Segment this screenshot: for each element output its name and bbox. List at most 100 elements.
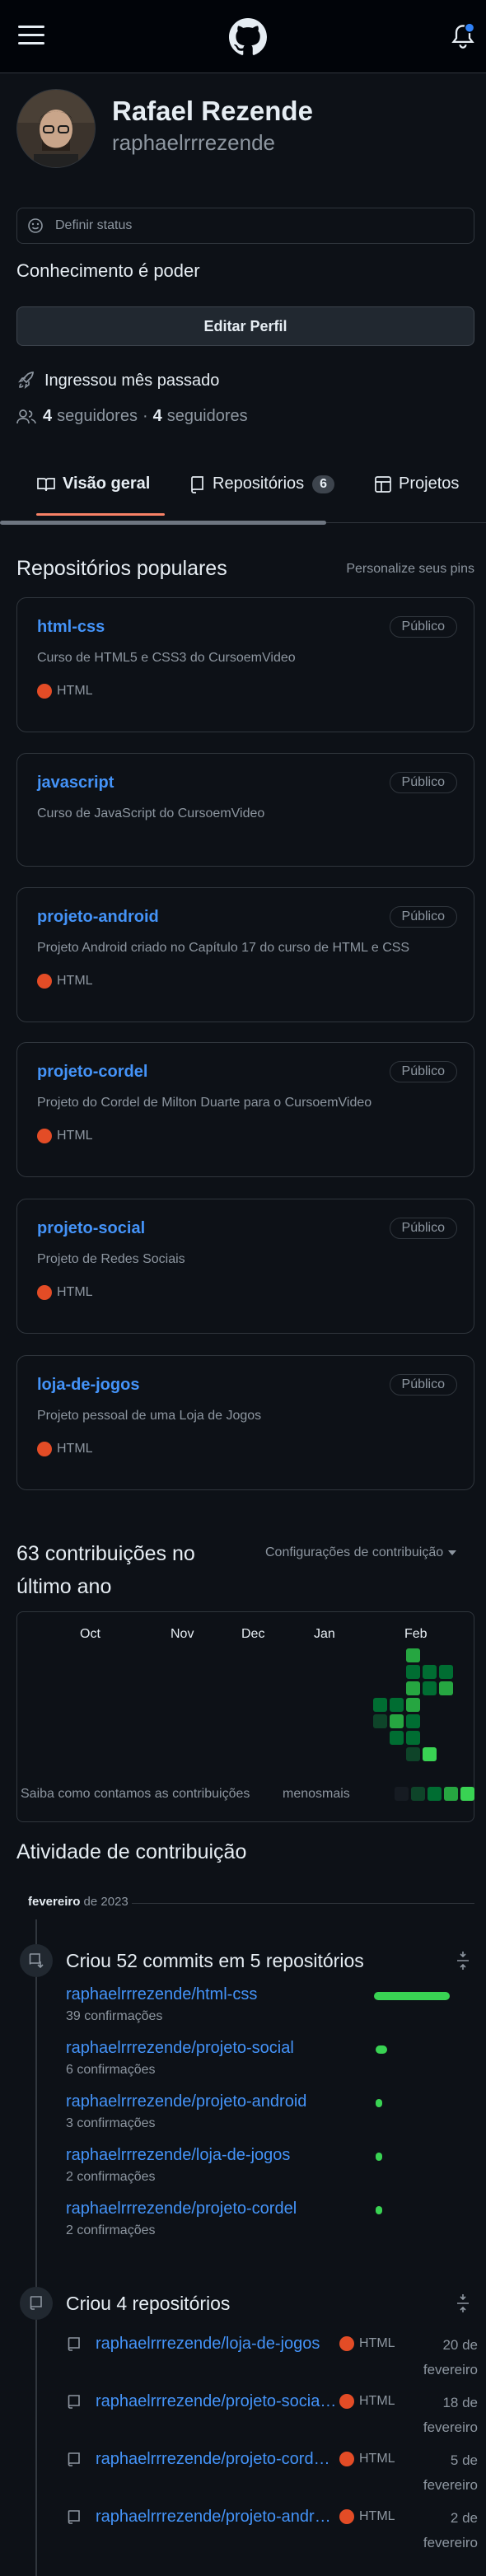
contributions-title-line1: 63 contribuições no [16,1542,195,1565]
repo-name-link[interactable]: javascript [37,774,114,792]
created-repo-link[interactable]: raphaelrrrezende/projeto-cord… [96,2450,336,2469]
commit-share-bar [376,2153,382,2161]
contribution-day[interactable] [373,1698,387,1712]
fold-icon[interactable] [455,1951,471,1971]
tab-projects-label: Projetos [399,475,460,493]
contribution-day[interactable] [406,1747,420,1761]
commit-share-bar [374,1992,450,2000]
followers-row[interactable]: 4 seguidores · 4 seguidores [16,407,248,426]
activity-month: fevereiro [28,1895,81,1909]
created-repo-link[interactable]: raphaelrrrezende/loja-de-jogos [96,2335,336,2354]
tab-scroll-indicator [0,521,326,525]
contribution-day[interactable] [439,1665,453,1679]
contribution-day[interactable] [390,1698,404,1712]
edit-profile-label: Editar Perfil [203,318,287,334]
created-repo-link[interactable]: raphaelrrrezende/projeto-socia… [96,2392,336,2411]
followers-label: seguidores [57,407,138,425]
contribution-day[interactable] [423,1747,437,1761]
language-color-dot [339,2509,354,2524]
contribution-day[interactable] [406,1681,420,1695]
fold-icon[interactable] [455,2293,471,2313]
month-divider [132,1903,474,1904]
repo-name-link[interactable]: loja-de-jogos [37,1376,139,1395]
edit-profile-button[interactable]: Editar Perfil [16,306,474,346]
commit-repo-link[interactable]: raphaelrrrezende/loja-de-jogos [66,2146,290,2165]
created-date-day: 20 de [442,2337,478,2353]
repo-icon [66,2509,82,2526]
contribution-day[interactable] [406,1714,420,1728]
repo-language: HTML [37,684,93,699]
contribution-settings-label: Configurações de contribuição [265,1545,444,1559]
repo-language: HTML [37,1442,93,1456]
repo-card-projeto-cordel: projeto-cordel Público Projeto do Cordel… [16,1042,474,1177]
joined-row: Ingressou mês passado [16,371,219,390]
repo-name-link[interactable]: projeto-social [37,1219,145,1238]
contribution-day[interactable] [423,1681,437,1695]
repo-card-javascript: javascript Público Curso de JavaScript d… [16,753,474,867]
contribution-day[interactable] [406,1665,420,1679]
visibility-badge: Público [389,906,457,928]
commit-repo-link[interactable]: raphaelrrrezende/html-css [66,1985,257,2004]
repo-icon [66,2452,82,2468]
created-repo-link[interactable]: raphaelrrrezende/projeto-andr… [96,2508,336,2527]
created-repo-row: raphaelrrrezende/projeto-cord… HTML 5 de… [66,2445,478,2499]
contribution-day[interactable] [406,1731,420,1745]
repo-icon [66,2394,82,2410]
repo-language-label: HTML [359,2452,395,2466]
activity-year: de 2023 [83,1895,129,1909]
contribution-day[interactable] [406,1698,420,1712]
repo-description: Curso de HTML5 e CSS3 do CursoemVideo [37,651,296,665]
repo-language: HTML [37,1285,93,1300]
repo-description: Projeto pessoal de uma Loja de Jogos [37,1409,262,1423]
contribution-graph: Oct Nov Dec Jan Feb Saiba como contamos … [16,1611,474,1822]
hamburger-icon[interactable] [18,25,44,46]
repo-name-link[interactable]: projeto-cordel [37,1063,147,1082]
popular-title: Repositórios populares [16,557,227,580]
created-date: 2 de fevereiro [412,2506,478,2555]
repo-language: HTML [37,1129,93,1143]
repo-name-link[interactable]: projeto-android [37,908,159,927]
tab-projects[interactable]: Projetos [374,475,459,493]
contribution-day[interactable] [373,1714,387,1728]
bell-icon[interactable] [451,23,474,49]
commit-repo-link[interactable]: raphaelrrrezende/projeto-android [66,2092,306,2111]
created-date-month: fevereiro [423,2419,478,2435]
repo-language-label: HTML [359,2509,395,2523]
commit-repo-link[interactable]: raphaelrrrezende/projeto-cordel [66,2200,297,2218]
legend-level-3 [444,1787,458,1801]
repo-icon [28,2295,44,2312]
repo-name-link[interactable]: html-css [37,618,105,637]
github-logo-icon[interactable] [229,18,267,56]
created-date-month: fevereiro [423,2362,478,2377]
contributions-title: 63 contribuições no último ano [16,1537,195,1603]
contribution-settings-dropdown[interactable]: Configurações de contribuição [265,1545,457,1560]
legend-level-1 [411,1787,425,1801]
set-status-button[interactable]: Definir status [16,208,474,244]
contribution-day[interactable] [390,1714,404,1728]
commit-repo-link[interactable]: raphaelrrrezende/projeto-social [66,2039,294,2058]
legend-more: mais [322,1787,350,1801]
contribution-day[interactable] [439,1681,453,1695]
repo-card-loja-de-jogos: loja-de-jogos Público Projeto pessoal de… [16,1355,474,1490]
commit-repo-row: raphaelrrrezende/html-css 39 confirmaçõe… [66,1985,257,2024]
profile-bio: Conhecimento é poder [16,260,200,281]
repo-icon [66,2336,82,2353]
contribution-day[interactable] [390,1731,404,1745]
commit-count: 2 confirmações [66,2223,156,2237]
repo-language-label: HTML [57,1285,93,1299]
following-count: 4 [152,407,162,425]
customize-pins-link[interactable]: Personalize seus pins [346,562,474,577]
activity-month-heading: fevereiro de 2023 [28,1895,129,1909]
separator: · [142,407,148,425]
learn-contributions-link[interactable]: Saiba como contamos as contribuições [21,1787,250,1802]
commit-count: 3 confirmações [66,2116,156,2130]
tab-repositories[interactable]: Repositórios 6 [189,475,335,493]
tab-overview[interactable]: Visão geral [36,475,150,493]
month-label: Jan [314,1627,335,1641]
avatar[interactable] [16,89,96,168]
contribution-day[interactable] [423,1665,437,1679]
joined-text: Ingressou mês passado [44,371,220,390]
repo-icon [189,475,206,493]
created-date-day: 5 de [450,2452,478,2468]
contribution-day[interactable] [406,1648,420,1662]
